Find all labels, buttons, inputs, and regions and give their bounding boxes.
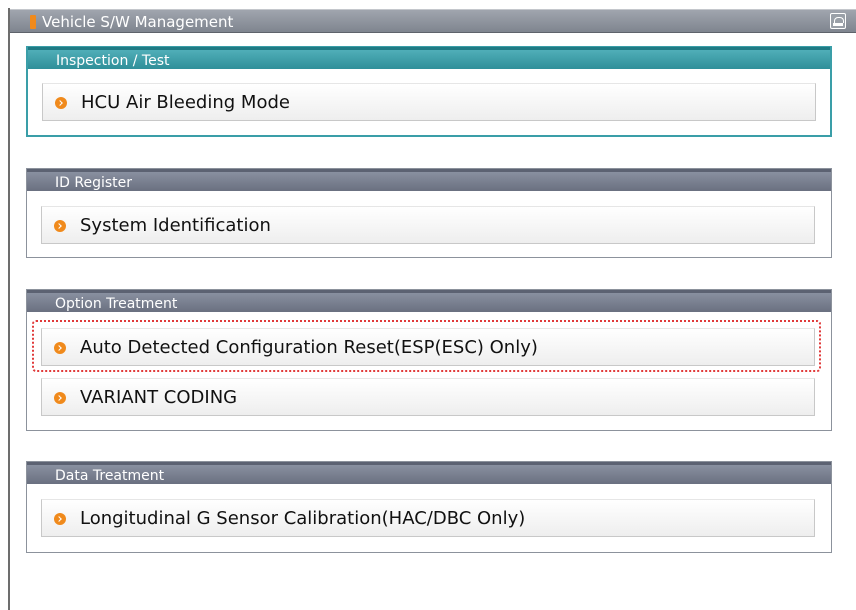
menu-item-label: Auto Detected Configuration Reset(ESP(ES… <box>80 337 538 358</box>
group-header-data-treatment: Data Treatment <box>27 462 831 484</box>
group-header-option-treatment: Option Treatment <box>27 290 831 312</box>
window-titlebar: Vehicle S/W Management <box>10 9 856 33</box>
orange-arrow-bullet-icon <box>55 97 67 109</box>
menu-item-variant-coding[interactable]: VARIANT CODING <box>41 378 815 416</box>
menu-item-longitudinal-g-sensor-calibration[interactable]: Longitudinal G Sensor Calibration(HAC/DB… <box>41 499 815 537</box>
printer-icon[interactable] <box>830 13 846 29</box>
group-id-register: ID Register System Identification <box>26 168 832 258</box>
group-header-inspection-test: Inspection / Test <box>28 47 830 69</box>
menu-item-label: HCU Air Bleeding Mode <box>81 92 290 113</box>
orange-arrow-bullet-icon <box>54 220 66 232</box>
menu-item-system-identification[interactable]: System Identification <box>41 206 815 244</box>
menu-item-auto-detected-configuration-reset[interactable]: Auto Detected Configuration Reset(ESP(ES… <box>41 328 815 366</box>
window-title: Vehicle S/W Management <box>42 13 234 31</box>
group-inspection-test: Inspection / Test HCU Air Bleeding Mode <box>26 46 832 137</box>
orange-arrow-bullet-icon <box>54 342 66 354</box>
menu-item-label: Longitudinal G Sensor Calibration(HAC/DB… <box>80 508 526 529</box>
group-data-treatment: Data Treatment Longitudinal G Sensor Cal… <box>26 461 832 553</box>
menu-item-hcu-air-bleeding-mode[interactable]: HCU Air Bleeding Mode <box>42 83 816 121</box>
title-marker-icon <box>30 15 36 29</box>
menu-item-label: System Identification <box>80 215 271 236</box>
menu-item-label: VARIANT CODING <box>80 387 238 408</box>
orange-arrow-bullet-icon <box>54 513 66 525</box>
group-header-id-register: ID Register <box>27 169 831 191</box>
group-option-treatment: Option Treatment Auto Detected Configura… <box>26 289 832 431</box>
orange-arrow-bullet-icon <box>54 392 66 404</box>
